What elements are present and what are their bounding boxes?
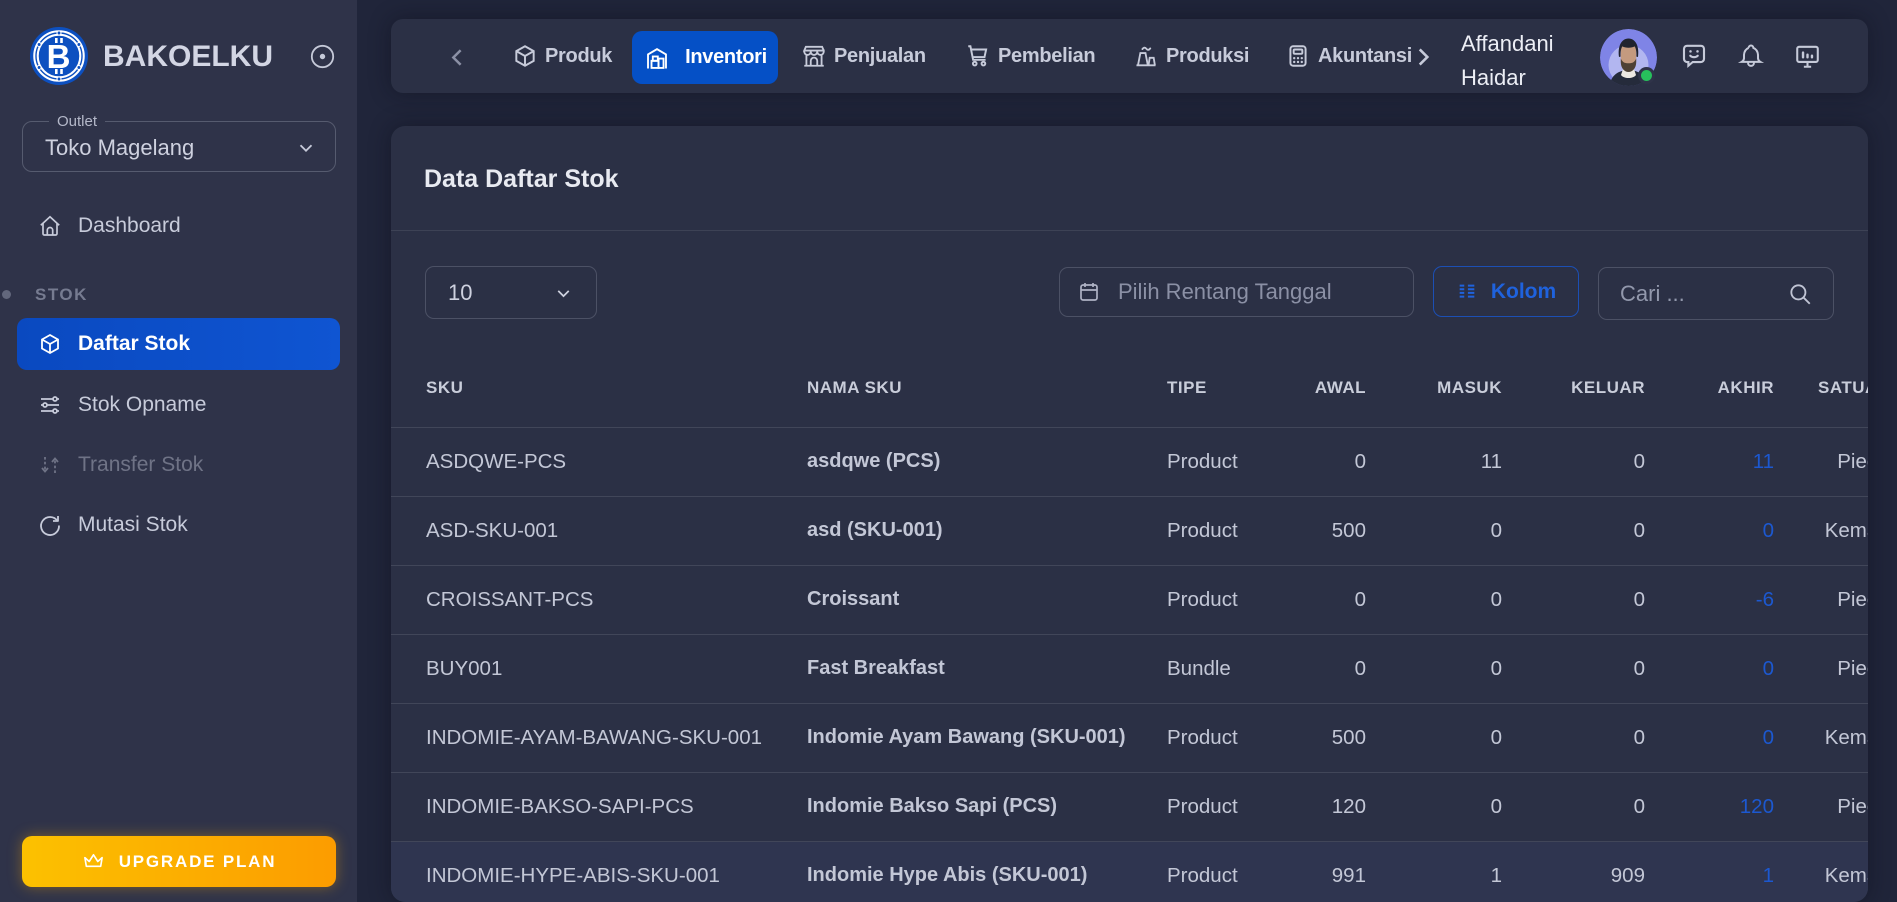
svg-text:B: B: [47, 38, 71, 75]
